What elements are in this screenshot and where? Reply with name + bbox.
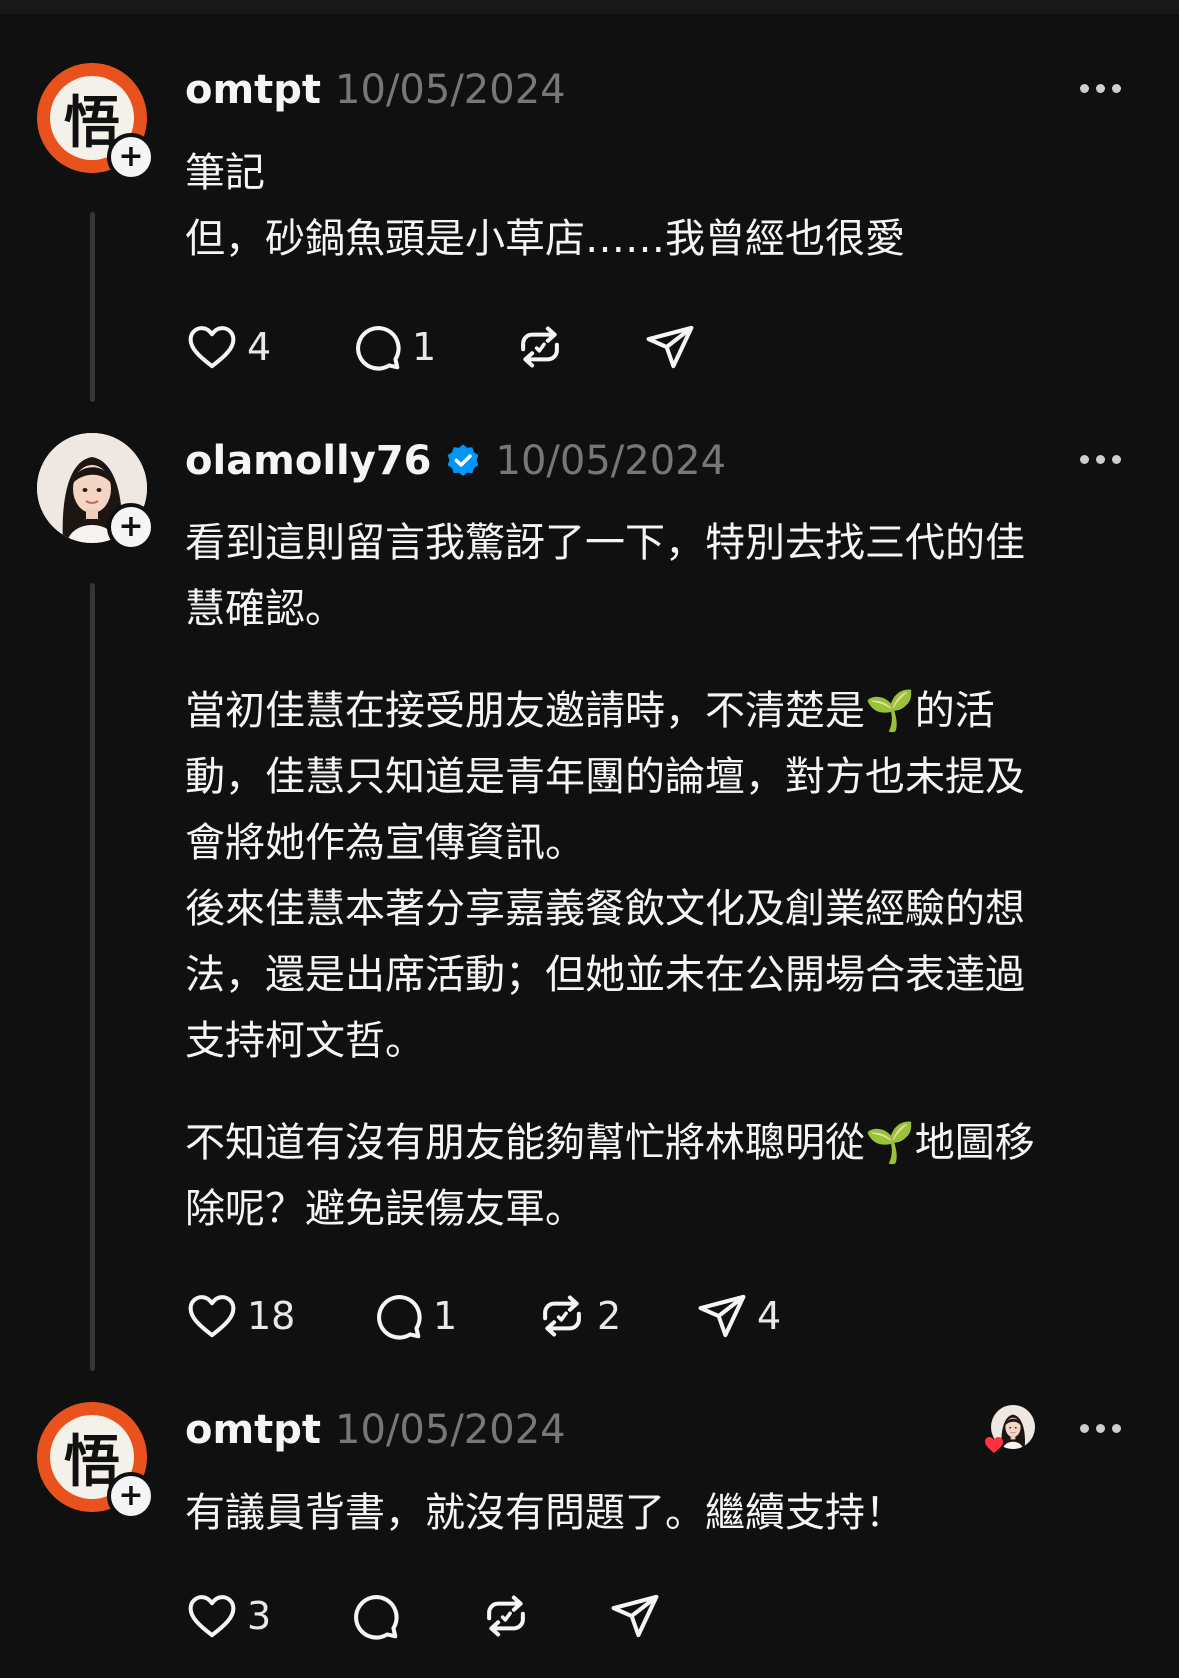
post-text: 有議員背書，就沒有問題了。繼續支持！	[185, 1480, 1125, 1546]
post-header: omtpt 10/05/2024	[185, 65, 566, 115]
top-edge	[0, 0, 1179, 14]
share-button[interactable]	[643, 320, 697, 374]
text-line: 筆記	[185, 150, 265, 196]
reply-count: 1	[412, 325, 437, 369]
avatar[interactable]: +	[37, 433, 155, 551]
heart-icon	[185, 320, 239, 374]
text-line: 除呢？避免誤傷友軍。	[185, 1186, 585, 1232]
thread-line	[90, 212, 95, 402]
send-icon	[608, 1589, 662, 1643]
text-line: 會將她作為宣傳資訊。	[185, 820, 585, 866]
like-button[interactable]: 3	[185, 1589, 271, 1643]
username[interactable]: omtpt	[185, 1407, 321, 1453]
heart-icon	[185, 1289, 239, 1343]
username[interactable]: omtpt	[185, 67, 321, 113]
post-header: olamolly76 10/05/2024	[185, 436, 726, 486]
reply-count: 1	[433, 1294, 458, 1338]
comment-icon	[371, 1289, 425, 1343]
more-options-icon[interactable]	[1080, 84, 1121, 93]
post-text: 看到這則留言我驚訝了一下，特別去找三代的佳 慧確認。 當初佳慧在接受朋友邀請時，…	[185, 510, 1125, 1242]
like-count: 18	[247, 1294, 296, 1338]
username[interactable]: olamolly76	[185, 438, 432, 484]
like-button[interactable]: 4	[185, 320, 271, 374]
share-count: 4	[757, 1294, 782, 1338]
repost-icon	[535, 1289, 589, 1343]
text-line: 但，砂鍋魚頭是小草店……我曾經也很愛	[185, 216, 905, 262]
follow-plus-icon[interactable]: +	[107, 133, 155, 181]
timestamp: 10/05/2024	[495, 438, 727, 484]
verified-badge-icon	[444, 442, 482, 480]
text-line: 後來佳慧本著分享嘉義餐飲文化及創業經驗的想	[185, 886, 1025, 932]
like-count: 4	[247, 325, 272, 369]
reply-button[interactable]: 1	[350, 320, 436, 374]
text-line: 慧確認。	[185, 586, 345, 632]
text-line: 不知道有沒有朋友能夠幫忙將林聰明從🌱地圖移	[185, 1120, 1035, 1166]
repost-button[interactable]: 2	[535, 1289, 621, 1343]
text-line: 支持柯文哲。	[185, 1018, 425, 1064]
like-button[interactable]: 18	[185, 1289, 295, 1343]
liked-by-author-avatar-icon	[985, 1405, 1035, 1453]
repost-button[interactable]	[513, 320, 567, 374]
post-header: omtpt 10/05/2024	[185, 1405, 566, 1455]
share-button[interactable]: 4	[695, 1289, 781, 1343]
timestamp: 10/05/2024	[335, 67, 566, 113]
reply-button[interactable]: 1	[371, 1289, 457, 1343]
comment-icon	[350, 320, 404, 374]
text-line: 動，佳慧只知道是青年團的論壇，對方也未提及	[185, 754, 1025, 800]
send-icon	[695, 1289, 749, 1343]
repost-icon	[513, 320, 567, 374]
more-options-icon[interactable]	[1080, 1424, 1121, 1433]
text-line: 有議員背書，就沒有問題了。繼續支持！	[185, 1490, 905, 1536]
post-text: 筆記 但，砂鍋魚頭是小草店……我曾經也很愛	[185, 140, 1125, 272]
comment-icon	[348, 1589, 402, 1643]
repost-icon	[479, 1589, 533, 1643]
text-line: 當初佳慧在接受朋友邀請時，不清楚是🌱的活	[185, 688, 995, 734]
avatar[interactable]: 悟 +	[37, 63, 155, 181]
repost-count: 2	[597, 1294, 622, 1338]
share-button[interactable]	[608, 1589, 662, 1643]
timestamp: 10/05/2024	[335, 1407, 566, 1453]
reply-button[interactable]	[348, 1589, 402, 1643]
more-options-icon[interactable]	[1080, 455, 1121, 464]
repost-button[interactable]	[479, 1589, 533, 1643]
like-count: 3	[247, 1594, 272, 1638]
follow-plus-icon[interactable]: +	[107, 1472, 155, 1520]
text-line: 法，還是出席活動；但她並未在公開場合表達過	[185, 952, 1025, 998]
avatar[interactable]: 悟 +	[37, 1402, 155, 1520]
thread-line	[90, 583, 95, 1371]
heart-icon	[185, 1589, 239, 1643]
follow-plus-icon[interactable]: +	[107, 503, 155, 551]
text-line: 看到這則留言我驚訝了一下，特別去找三代的佳	[185, 520, 1025, 566]
send-icon	[643, 320, 697, 374]
